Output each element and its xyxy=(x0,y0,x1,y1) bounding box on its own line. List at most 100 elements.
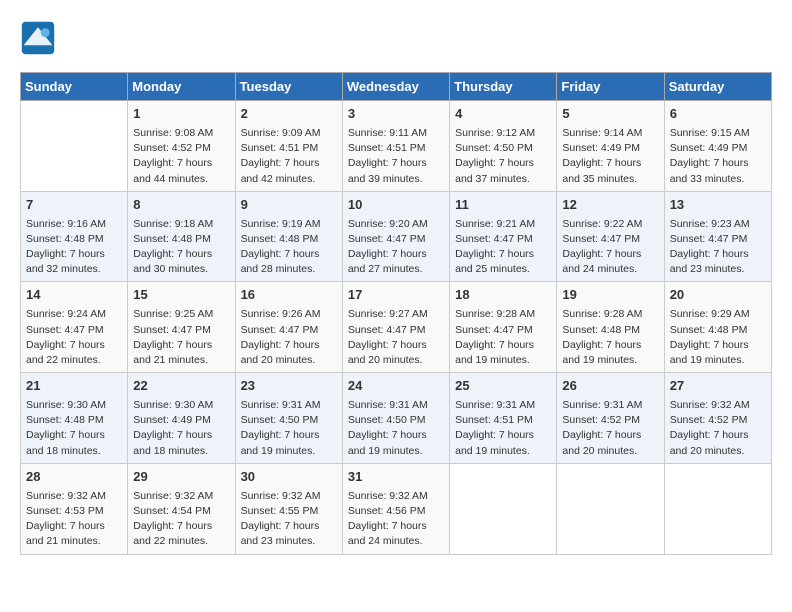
day-info: Sunrise: 9:18 AMSunset: 4:48 PMDaylight:… xyxy=(133,217,229,278)
day-number: 20 xyxy=(670,286,766,305)
day-number: 27 xyxy=(670,377,766,396)
day-number: 25 xyxy=(455,377,551,396)
day-number: 17 xyxy=(348,286,444,305)
week-row-3: 14 Sunrise: 9:24 AMSunset: 4:47 PMDayligh… xyxy=(21,282,772,373)
day-info: Sunrise: 9:16 AMSunset: 4:48 PMDaylight:… xyxy=(26,217,122,278)
calendar-cell: 28 Sunrise: 9:32 AMSunset: 4:53 PMDayligh… xyxy=(21,463,128,554)
day-info: Sunrise: 9:29 AMSunset: 4:48 PMDaylight:… xyxy=(670,307,766,368)
day-number: 4 xyxy=(455,105,551,124)
day-info: Sunrise: 9:08 AMSunset: 4:52 PMDaylight:… xyxy=(133,126,229,187)
day-info: Sunrise: 9:32 AMSunset: 4:54 PMDaylight:… xyxy=(133,489,229,550)
day-info: Sunrise: 9:31 AMSunset: 4:51 PMDaylight:… xyxy=(455,398,551,459)
page-header xyxy=(20,20,772,56)
dow-thursday: Thursday xyxy=(450,73,557,101)
logo xyxy=(20,20,60,56)
calendar-cell xyxy=(664,463,771,554)
day-number: 9 xyxy=(241,196,337,215)
week-row-5: 28 Sunrise: 9:32 AMSunset: 4:53 PMDayligh… xyxy=(21,463,772,554)
day-number: 10 xyxy=(348,196,444,215)
calendar-cell: 18Sunrise: 9:28 AMSunset: 4:47 PMDayligh… xyxy=(450,282,557,373)
day-number: 2 xyxy=(241,105,337,124)
day-info: Sunrise: 9:21 AMSunset: 4:47 PMDaylight:… xyxy=(455,217,551,278)
day-info: Sunrise: 9:25 AMSunset: 4:47 PMDaylight:… xyxy=(133,307,229,368)
day-info: Sunrise: 9:09 AMSunset: 4:51 PMDaylight:… xyxy=(241,126,337,187)
day-info: Sunrise: 9:30 AMSunset: 4:49 PMDaylight:… xyxy=(133,398,229,459)
day-info: Sunrise: 9:27 AMSunset: 4:47 PMDaylight:… xyxy=(348,307,444,368)
calendar-cell: 24Sunrise: 9:31 AMSunset: 4:50 PMDayligh… xyxy=(342,373,449,464)
day-number: 28 xyxy=(26,468,122,487)
day-number: 30 xyxy=(241,468,337,487)
day-info: Sunrise: 9:28 AMSunset: 4:48 PMDaylight:… xyxy=(562,307,658,368)
day-info: Sunrise: 9:28 AMSunset: 4:47 PMDaylight:… xyxy=(455,307,551,368)
day-number: 6 xyxy=(670,105,766,124)
day-number: 16 xyxy=(241,286,337,305)
calendar-cell: 9 Sunrise: 9:19 AMSunset: 4:48 PMDaylight… xyxy=(235,191,342,282)
calendar-cell: 20 Sunrise: 9:29 AMSunset: 4:48 PMDayligh… xyxy=(664,282,771,373)
dow-friday: Friday xyxy=(557,73,664,101)
day-info: Sunrise: 9:24 AMSunset: 4:47 PMDaylight:… xyxy=(26,307,122,368)
calendar-cell: 11 Sunrise: 9:21 AMSunset: 4:47 PMDayligh… xyxy=(450,191,557,282)
dow-tuesday: Tuesday xyxy=(235,73,342,101)
calendar-cell: 31Sunrise: 9:32 AMSunset: 4:56 PMDayligh… xyxy=(342,463,449,554)
dow-wednesday: Wednesday xyxy=(342,73,449,101)
day-of-week-header: SundayMondayTuesdayWednesdayThursdayFrid… xyxy=(21,73,772,101)
day-info: Sunrise: 9:22 AMSunset: 4:47 PMDaylight:… xyxy=(562,217,658,278)
calendar-cell: 29 Sunrise: 9:32 AMSunset: 4:54 PMDayligh… xyxy=(128,463,235,554)
calendar-table: SundayMondayTuesdayWednesdayThursdayFrid… xyxy=(20,72,772,555)
day-number: 8 xyxy=(133,196,229,215)
day-number: 31 xyxy=(348,468,444,487)
calendar-cell: 25 Sunrise: 9:31 AMSunset: 4:51 PMDayligh… xyxy=(450,373,557,464)
day-info: Sunrise: 9:14 AMSunset: 4:49 PMDaylight:… xyxy=(562,126,658,187)
day-number: 11 xyxy=(455,196,551,215)
calendar-cell: 22 Sunrise: 9:30 AMSunset: 4:49 PMDayligh… xyxy=(128,373,235,464)
calendar-cell: 17 Sunrise: 9:27 AMSunset: 4:47 PMDayligh… xyxy=(342,282,449,373)
day-info: Sunrise: 9:31 AMSunset: 4:50 PMDaylight:… xyxy=(348,398,444,459)
day-number: 14 xyxy=(26,286,122,305)
day-info: Sunrise: 9:32 AMSunset: 4:52 PMDaylight:… xyxy=(670,398,766,459)
day-info: Sunrise: 9:26 AMSunset: 4:47 PMDaylight:… xyxy=(241,307,337,368)
calendar-cell: 2 Sunrise: 9:09 AMSunset: 4:51 PMDaylight… xyxy=(235,101,342,192)
calendar-body: 1 Sunrise: 9:08 AMSunset: 4:52 PMDaylight… xyxy=(21,101,772,555)
day-info: Sunrise: 9:32 AMSunset: 4:53 PMDaylight:… xyxy=(26,489,122,550)
day-number: 21 xyxy=(26,377,122,396)
day-number: 29 xyxy=(133,468,229,487)
day-info: Sunrise: 9:12 AMSunset: 4:50 PMDaylight:… xyxy=(455,126,551,187)
calendar-cell: 4 Sunrise: 9:12 AMSunset: 4:50 PMDaylight… xyxy=(450,101,557,192)
calendar-cell: 8 Sunrise: 9:18 AMSunset: 4:48 PMDaylight… xyxy=(128,191,235,282)
day-number: 22 xyxy=(133,377,229,396)
week-row-4: 21Sunrise: 9:30 AMSunset: 4:48 PMDayligh… xyxy=(21,373,772,464)
week-row-1: 1 Sunrise: 9:08 AMSunset: 4:52 PMDaylight… xyxy=(21,101,772,192)
day-number: 19 xyxy=(562,286,658,305)
day-number: 1 xyxy=(133,105,229,124)
calendar-cell xyxy=(450,463,557,554)
day-number: 5 xyxy=(562,105,658,124)
calendar-cell: 21Sunrise: 9:30 AMSunset: 4:48 PMDayligh… xyxy=(21,373,128,464)
day-info: Sunrise: 9:31 AMSunset: 4:50 PMDaylight:… xyxy=(241,398,337,459)
calendar-cell: 23 Sunrise: 9:31 AMSunset: 4:50 PMDayligh… xyxy=(235,373,342,464)
day-number: 3 xyxy=(348,105,444,124)
calendar-cell: 16 Sunrise: 9:26 AMSunset: 4:47 PMDayligh… xyxy=(235,282,342,373)
calendar-cell: 7 Sunrise: 9:16 AMSunset: 4:48 PMDaylight… xyxy=(21,191,128,282)
calendar-cell: 1 Sunrise: 9:08 AMSunset: 4:52 PMDaylight… xyxy=(128,101,235,192)
dow-sunday: Sunday xyxy=(21,73,128,101)
dow-monday: Monday xyxy=(128,73,235,101)
day-info: Sunrise: 9:31 AMSunset: 4:52 PMDaylight:… xyxy=(562,398,658,459)
logo-icon xyxy=(20,20,56,56)
day-number: 7 xyxy=(26,196,122,215)
calendar-cell: 5 Sunrise: 9:14 AMSunset: 4:49 PMDaylight… xyxy=(557,101,664,192)
day-info: Sunrise: 9:20 AMSunset: 4:47 PMDaylight:… xyxy=(348,217,444,278)
day-number: 23 xyxy=(241,377,337,396)
day-info: Sunrise: 9:32 AMSunset: 4:55 PMDaylight:… xyxy=(241,489,337,550)
day-number: 26 xyxy=(562,377,658,396)
day-number: 12 xyxy=(562,196,658,215)
day-info: Sunrise: 9:19 AMSunset: 4:48 PMDaylight:… xyxy=(241,217,337,278)
week-row-2: 7 Sunrise: 9:16 AMSunset: 4:48 PMDaylight… xyxy=(21,191,772,282)
calendar-cell: 10 Sunrise: 9:20 AMSunset: 4:47 PMDayligh… xyxy=(342,191,449,282)
calendar-cell: 13Sunrise: 9:23 AMSunset: 4:47 PMDayligh… xyxy=(664,191,771,282)
day-info: Sunrise: 9:23 AMSunset: 4:47 PMDaylight:… xyxy=(670,217,766,278)
calendar-cell: 14 Sunrise: 9:24 AMSunset: 4:47 PMDayligh… xyxy=(21,282,128,373)
calendar-cell: 15Sunrise: 9:25 AMSunset: 4:47 PMDayligh… xyxy=(128,282,235,373)
calendar-cell: 3Sunrise: 9:11 AMSunset: 4:51 PMDaylight… xyxy=(342,101,449,192)
dow-saturday: Saturday xyxy=(664,73,771,101)
calendar-cell: 12 Sunrise: 9:22 AMSunset: 4:47 PMDayligh… xyxy=(557,191,664,282)
